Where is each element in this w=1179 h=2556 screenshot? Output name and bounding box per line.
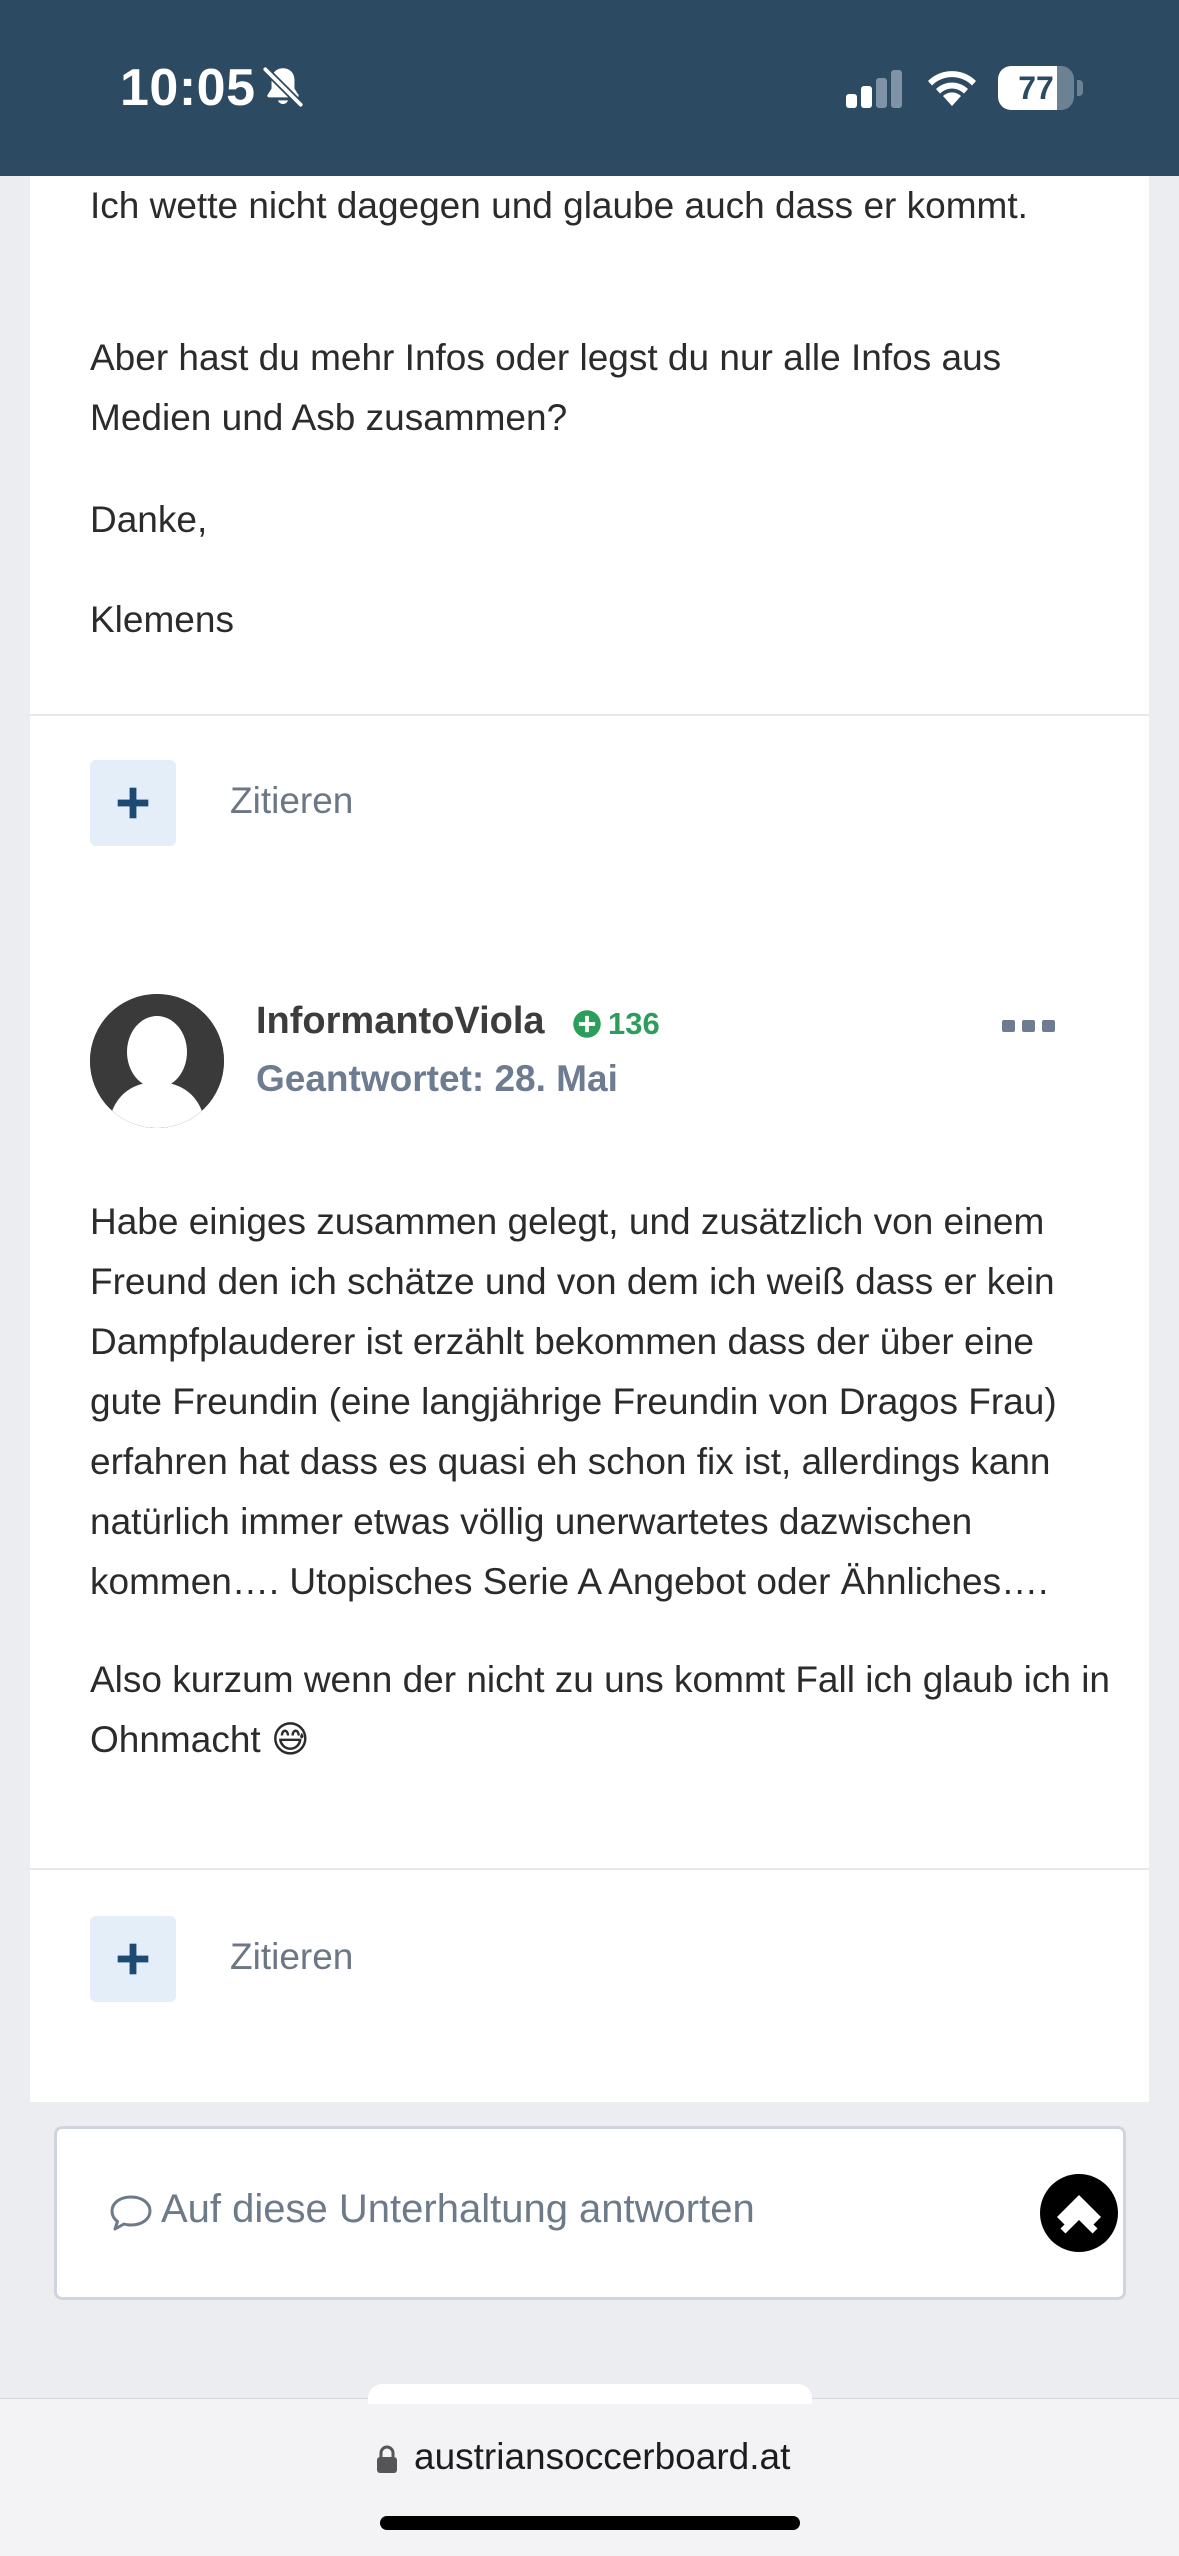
battery-tip — [1077, 80, 1083, 96]
previous-post-paragraph: Klemens — [90, 599, 234, 640]
status-bar: 10:05 77 — [0, 0, 1179, 176]
reply-box[interactable]: Auf diese Unterhaltung antworten — [54, 2126, 1126, 2300]
plus-circle-icon — [573, 1010, 601, 1038]
avatar[interactable] — [90, 994, 224, 1128]
previous-post-paragraph: Ich wette nicht dagegen und glaube auch … — [90, 185, 1028, 226]
wifi-icon — [928, 71, 976, 106]
tab-peek — [368, 2384, 812, 2404]
lock-icon — [377, 2445, 397, 2473]
divider — [30, 714, 1149, 716]
post-paragraph: Habe einiges zusammen gelegt, und zusätz… — [90, 1201, 1057, 1602]
post-body: Habe einiges zusammen gelegt, und zusätz… — [90, 1192, 1110, 1770]
quote-link[interactable]: Zitieren — [230, 1936, 353, 1978]
reputation-badge: 136 — [572, 1006, 660, 1042]
home-indicator[interactable] — [380, 2516, 800, 2530]
bell-muted-icon — [262, 66, 304, 108]
reputation-count: 136 — [608, 1006, 660, 1041]
chevron-up-icon — [1057, 2195, 1101, 2234]
quote-add-button[interactable] — [90, 1916, 176, 2002]
default-avatar-icon — [90, 994, 224, 1128]
plus-icon — [117, 787, 149, 819]
more-options-icon[interactable] — [1002, 1018, 1056, 1034]
comment-icon — [110, 2195, 152, 2231]
post-paragraph: Also kurzum wenn der nicht zu uns kommt … — [90, 1659, 1110, 1760]
divider — [30, 1868, 1149, 1870]
quote-link[interactable]: Zitieren — [230, 780, 353, 822]
battery-level: 77 — [1018, 70, 1054, 106]
plus-icon — [117, 1943, 149, 1975]
scroll-to-top-button[interactable] — [1040, 2174, 1118, 2252]
previous-post-paragraph: Aber hast du mehr Infos oder legst du nu… — [90, 337, 1002, 438]
quote-add-button[interactable] — [90, 760, 176, 846]
post-date[interactable]: Geantwortet: 28. Mai — [256, 1058, 618, 1100]
battery-icon: 77 — [998, 66, 1074, 110]
status-time: 10:05 — [120, 59, 256, 117]
thread-card: Ich wette nicht dagegen und glaube auch … — [30, 176, 1149, 2102]
author-name[interactable]: InformantoViola — [256, 1000, 545, 1043]
signal-icon — [846, 70, 902, 108]
url-bar[interactable]: austriansoccerboard.at — [414, 2436, 790, 2478]
previous-post-paragraph: Danke, — [90, 499, 208, 540]
reply-label: Auf diese Unterhaltung antworten — [161, 2187, 755, 2231]
